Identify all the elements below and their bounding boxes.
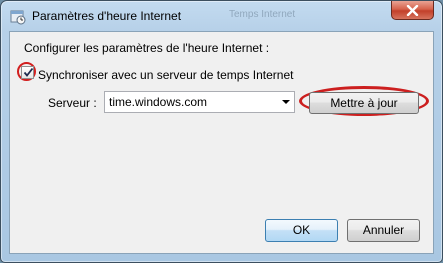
ok-button[interactable]: OK <box>265 219 338 242</box>
close-icon <box>406 5 419 16</box>
checkbox-highlight-circle <box>17 62 36 81</box>
title-bar[interactable]: Paramètres d'heure Internet <box>1 1 442 31</box>
close-button[interactable] <box>391 1 434 20</box>
server-value[interactable]: time.windows.com <box>109 95 207 109</box>
checkmark-icon <box>23 67 34 77</box>
dialog-window: Temps Internet Paramètres d'heure Intern… <box>0 0 443 263</box>
sync-checkbox-label[interactable]: Synchroniser avec un serveur de temps In… <box>38 68 293 82</box>
server-label: Serveur : <box>48 96 97 110</box>
update-now-button[interactable]: Mettre à jour <box>309 92 419 114</box>
cancel-button[interactable]: Annuler <box>347 219 420 242</box>
sync-checkbox[interactable] <box>21 66 34 79</box>
dropdown-arrow-icon[interactable] <box>282 100 290 104</box>
clock-settings-icon <box>10 9 26 25</box>
dialog-content: Configurer les paramètres de l'heure Int… <box>9 31 434 254</box>
window-title: Paramètres d'heure Internet <box>32 9 182 23</box>
settings-heading: Configurer les paramètres de l'heure Int… <box>24 41 270 55</box>
server-combobox[interactable]: time.windows.com <box>104 91 295 113</box>
